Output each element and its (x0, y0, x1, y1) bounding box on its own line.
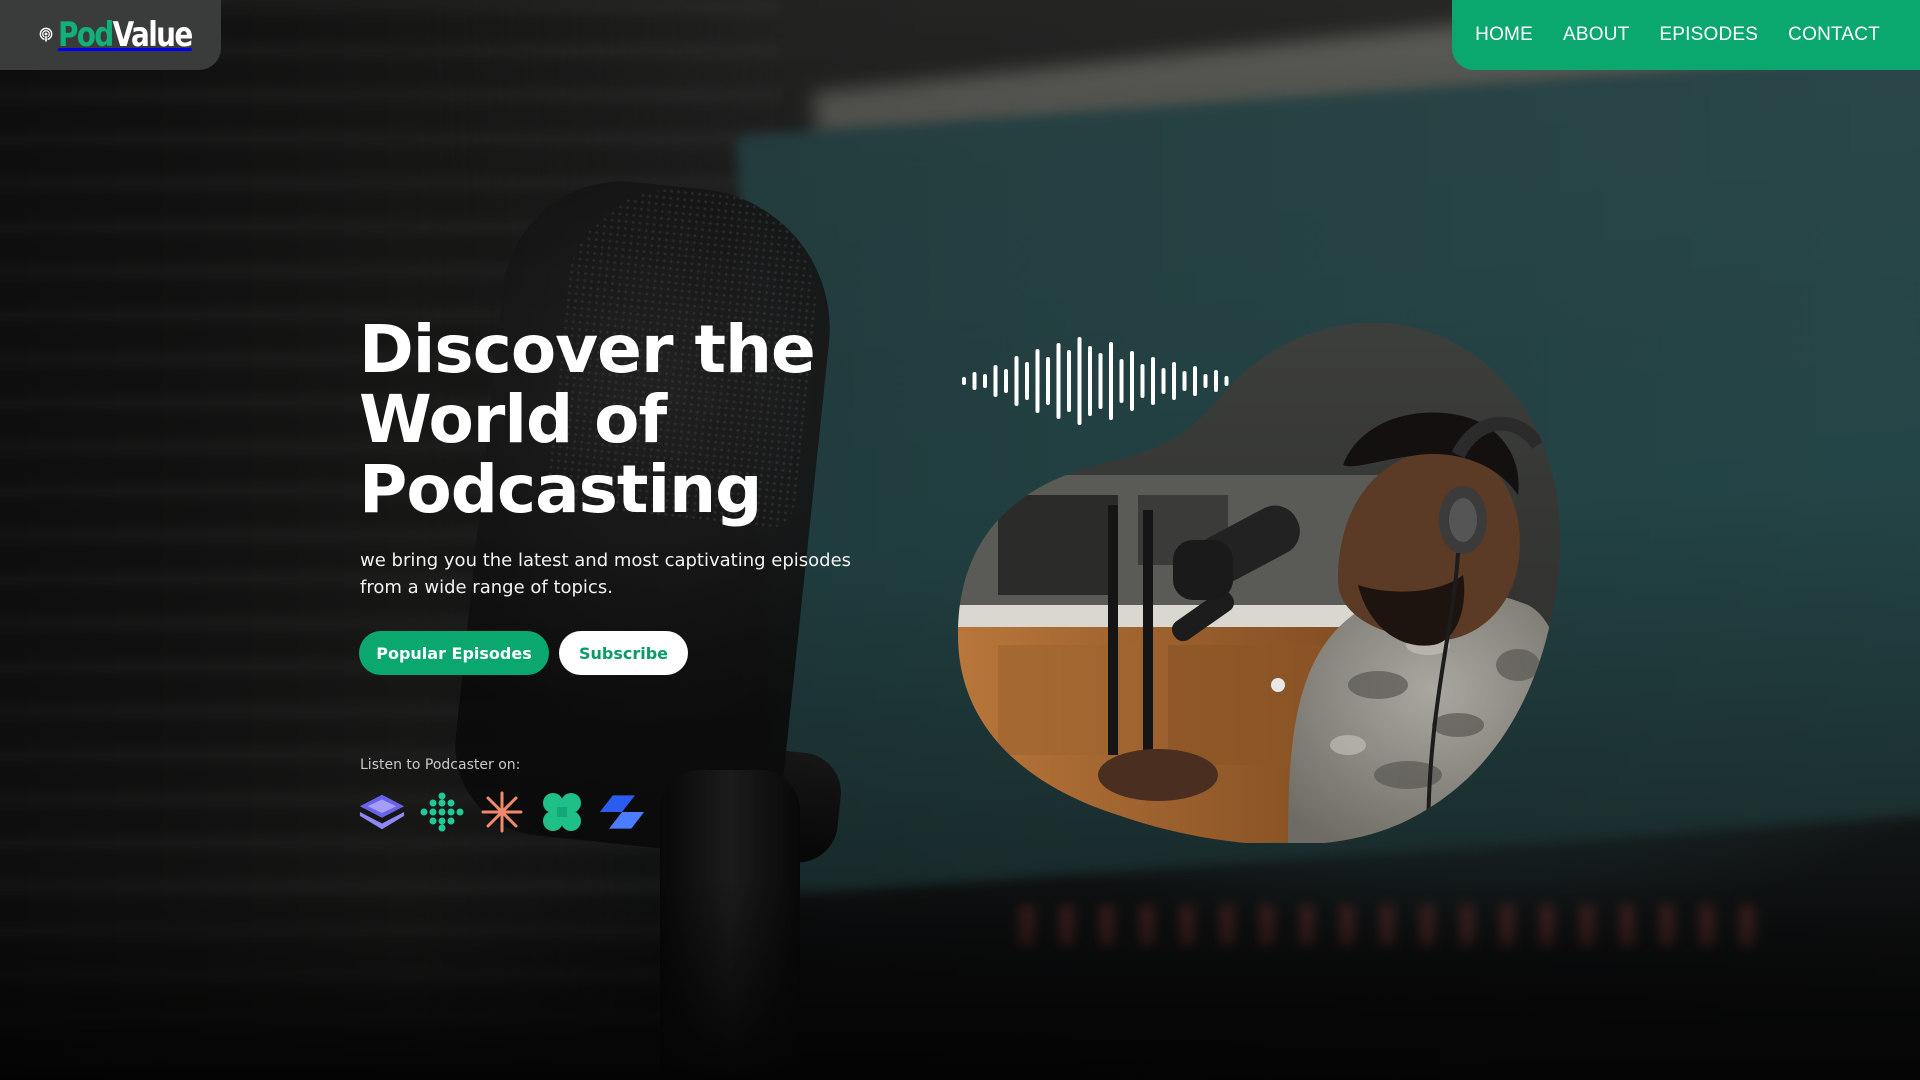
listen-label: Listen to Podcaster on: (360, 757, 521, 773)
layers-icon[interactable] (358, 790, 406, 834)
hero-subtitle-line: we bring you the latest and most captiva… (360, 550, 852, 571)
logo-value: Value (112, 15, 194, 55)
logo-link[interactable]: PodValue (0, 0, 221, 70)
nav-episodes[interactable]: EPISODES (1659, 24, 1758, 46)
hero-title-line: Podcasting (359, 451, 762, 528)
popular-episodes-button[interactable]: Popular Episodes (359, 631, 549, 675)
hero-title-line: Discover the (359, 311, 816, 388)
main-nav: HOME ABOUT EPISODES CONTACT (1452, 0, 1920, 70)
podcast-icon (39, 27, 53, 43)
dots-cluster-icon[interactable] (418, 790, 466, 834)
platform-links (358, 790, 646, 834)
nav-contact[interactable]: CONTACT (1788, 24, 1880, 46)
stripes-icon[interactable] (598, 790, 646, 834)
hero-subtitle: we bring you the latest and most captiva… (360, 547, 880, 601)
subscribe-button[interactable]: Subscribe (559, 631, 688, 675)
nav-home[interactable]: HOME (1475, 24, 1533, 46)
hero-title: Discover the World of Podcasting (359, 315, 839, 525)
hero-subtitle-line: from a wide range of topics. (360, 577, 613, 598)
logo-pod: Pod (58, 15, 114, 55)
hero-title-line: World of (359, 381, 667, 458)
logo-text: PodValue (58, 15, 194, 55)
clover-icon[interactable] (538, 790, 586, 834)
asterisk-icon[interactable] (478, 790, 526, 834)
nav-about[interactable]: ABOUT (1563, 24, 1629, 46)
podcaster-photo (958, 322, 1560, 843)
